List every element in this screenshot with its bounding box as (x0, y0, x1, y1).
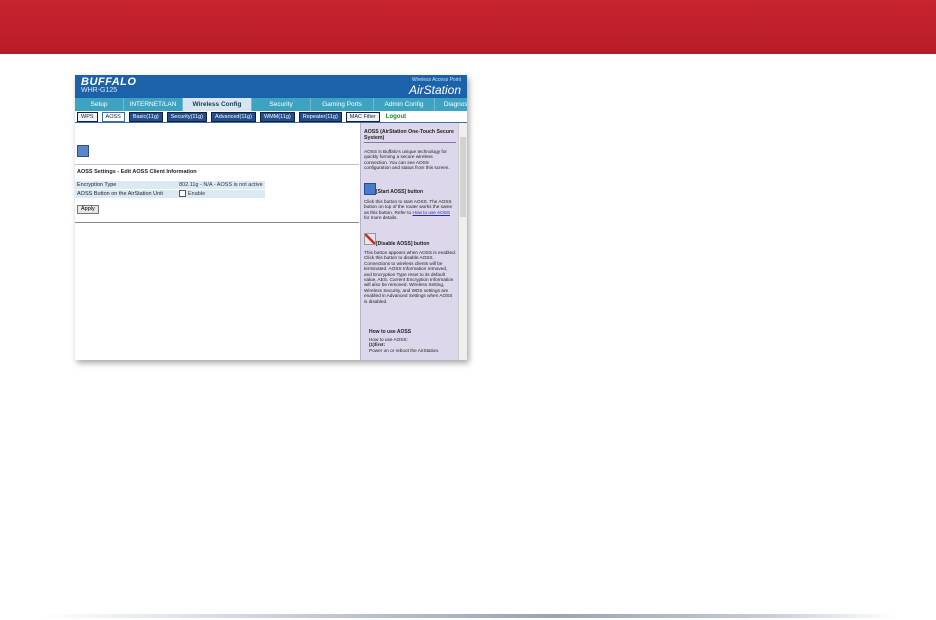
tab-diagnostic[interactable]: Diagnostic (435, 98, 467, 111)
howto-heading: How to use AOSS (369, 329, 412, 335)
aoss-button-value: Enable (179, 190, 205, 198)
scrollbar-thumb[interactable] (460, 137, 466, 217)
help-scrollbar[interactable] (458, 123, 467, 360)
encryption-type-value: 802.11g - N/A - AOSS is not active (179, 182, 263, 188)
main-content: AOSS Settings - Edit AOSS Client Informa… (75, 123, 359, 360)
tab-internet-lan[interactable]: INTERNET/LAN (124, 98, 183, 111)
divider (75, 164, 359, 165)
product-name: AirStation (408, 83, 461, 97)
start-aoss-text: Click this button to start AOSS. The AOS… (364, 199, 456, 221)
howto-step-text: Power on or reboot the AirStation. (369, 347, 440, 353)
subtab-wps[interactable]: WPS (77, 111, 98, 122)
tab-wireless-config[interactable]: Wireless Config (183, 98, 252, 111)
disable-aoss-icon (364, 233, 376, 245)
start-aoss-heading: [Start AOSS] button (376, 189, 424, 195)
divider (75, 222, 359, 223)
slide-header-bar (0, 0, 936, 54)
start-aoss-icon (364, 183, 376, 195)
sub-tabs: WPS AOSS Basic(11g) Security(11g) Advanc… (75, 111, 467, 123)
logout-link[interactable]: Logout (386, 114, 406, 120)
help-panel: AOSS (AirStation One-Touch Secure System… (360, 123, 459, 360)
disable-aoss-text: This button appears when AOSS is enabled… (364, 250, 456, 304)
help-intro: AOSS is Buffalo's unique technology for … (364, 149, 450, 171)
disable-aoss-heading: [Disable AOSS] button (376, 241, 430, 247)
how-to-use-aoss-link[interactable]: How to use AOSS (412, 210, 450, 215)
subtab-security[interactable]: Security(11g) (166, 111, 208, 122)
howto-text: How to use AOSS: (1)first: Power on or r… (369, 337, 455, 353)
router-config-screenshot: BUFFALO WHR-G125 Wireless Access Point A… (75, 75, 467, 360)
subtab-mac-filter[interactable]: MAC Filter (345, 111, 380, 122)
subtab-basic[interactable]: Basic(11g) (128, 111, 163, 122)
slide-footer-line (40, 614, 896, 618)
help-title: AOSS (AirStation One-Touch Secure System… (364, 129, 456, 143)
main-tabs: Setup INTERNET/LAN Wireless Config Secur… (75, 98, 467, 111)
subtab-wmm[interactable]: WMM(11g) (259, 111, 295, 122)
aoss-button-label: AOSS Button on the AirStation Unit (77, 191, 163, 197)
aoss-button-row: AOSS Button on the AirStation Unit Enabl… (75, 190, 265, 198)
enable-label: Enable (188, 191, 206, 197)
start-aoss-text-2: for more details. (364, 215, 398, 221)
tab-setup[interactable]: Setup (75, 98, 124, 111)
enable-checkbox[interactable] (179, 190, 186, 198)
subtab-repeater[interactable]: Repeater(11g) (298, 111, 342, 122)
tab-security[interactable]: Security (252, 98, 311, 111)
router-header: BUFFALO WHR-G125 Wireless Access Point A… (75, 75, 467, 98)
encryption-type-row: Encryption Type 802.11g - N/A - AOSS is … (75, 181, 265, 189)
model-name: WHR-G125 (81, 87, 118, 94)
encryption-type-label: Encryption Type (77, 182, 117, 188)
aoss-icon (77, 145, 89, 157)
tab-gaming-ports[interactable]: Gaming Ports (311, 98, 374, 111)
tab-admin-config[interactable]: Admin Config (374, 98, 435, 111)
section-title: AOSS Settings - Edit AOSS Client Informa… (77, 169, 197, 175)
subtab-advanced[interactable]: Advanced(11g) (211, 111, 256, 122)
subtab-aoss[interactable]: AOSS (101, 111, 125, 122)
apply-button[interactable]: Apply (77, 205, 99, 214)
